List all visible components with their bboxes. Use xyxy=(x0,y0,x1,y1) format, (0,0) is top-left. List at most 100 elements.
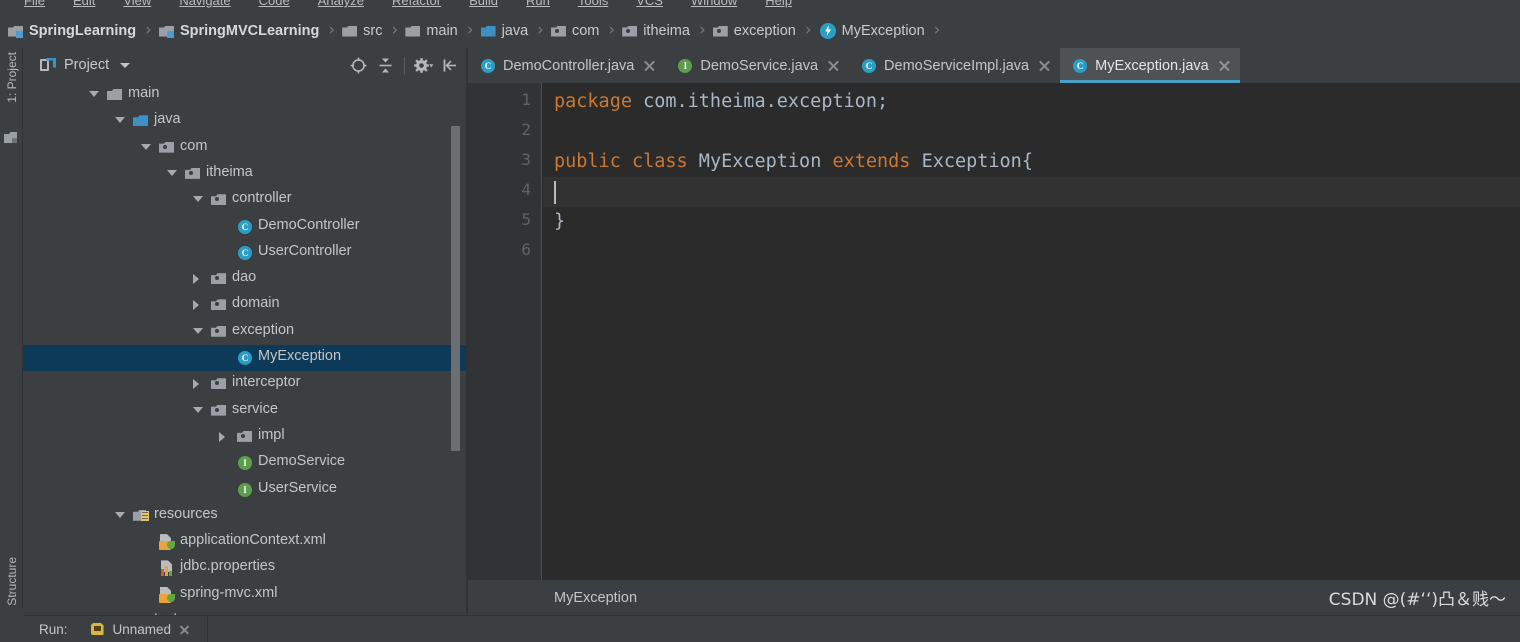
close-icon[interactable] xyxy=(643,59,656,72)
breadcrumb-item-java[interactable]: java xyxy=(480,13,528,48)
settings-gear-icon[interactable] xyxy=(410,51,437,79)
spring-boot-run-icon xyxy=(90,621,106,637)
chevron-down-icon[interactable] xyxy=(89,91,99,97)
menu-item-view[interactable]: View xyxy=(123,0,151,8)
package-icon xyxy=(211,324,227,338)
tool-window-button-project[interactable]: 1: Project xyxy=(0,52,23,162)
chevron-right-icon[interactable] xyxy=(219,431,225,442)
chevron-down-icon[interactable] xyxy=(141,143,151,150)
chevron-down-icon[interactable] xyxy=(167,169,177,176)
collapse-all-icon[interactable] xyxy=(372,51,399,79)
chevron-down-icon[interactable] xyxy=(193,327,203,334)
chevron-down-icon[interactable] xyxy=(193,406,203,413)
breadcrumb-item-com[interactable]: com xyxy=(550,13,599,48)
project-scrollbar-track[interactable] xyxy=(451,82,464,615)
interface-icon: I xyxy=(237,482,253,498)
close-icon[interactable] xyxy=(827,59,840,72)
code-editor[interactable]: 1 2 3 4 5 6 package com.itheima.exception; pub… xyxy=(468,83,1520,580)
editor-gutter: 1 2 3 4 5 6 xyxy=(468,83,542,580)
chevron-down-icon[interactable] xyxy=(115,117,125,124)
tree-node-label: com xyxy=(180,137,208,154)
project-tree[interactable]: main java com itheima controller C DemoControl… xyxy=(23,82,468,615)
breadcrumb-item-src[interactable]: src xyxy=(342,13,383,48)
close-icon[interactable] xyxy=(179,624,190,635)
chevron-right-icon[interactable] xyxy=(193,274,199,285)
run-configuration-name[interactable]: Unnamed xyxy=(113,622,172,637)
project-scrollbar-thumb[interactable] xyxy=(451,126,460,451)
close-icon[interactable] xyxy=(1038,59,1051,72)
editor-tab-label: DemoService.java xyxy=(700,57,819,74)
menu-item-analyze[interactable]: Analyze xyxy=(318,0,364,8)
menu-item-vcs[interactable]: VCS xyxy=(636,0,663,8)
tree-node-controller[interactable]: controller xyxy=(23,187,468,213)
line-number: 6 xyxy=(521,240,531,259)
menu-item-window[interactable]: Window xyxy=(691,0,737,8)
package-icon xyxy=(211,271,227,285)
code-line: public class MyException extends Excepti… xyxy=(554,147,1033,177)
tree-node-spring-mvc-xml[interactable]: spring-mvc.xml xyxy=(23,582,468,608)
editor-tab-demoserviceimpl[interactable]: C DemoServiceImpl.java xyxy=(849,48,1060,83)
source-folder-icon xyxy=(480,24,497,38)
tree-node-java[interactable]: java xyxy=(23,108,468,134)
menu-item-code[interactable]: Code xyxy=(259,0,290,8)
package-icon xyxy=(159,140,175,154)
tree-node-itheima[interactable]: itheima xyxy=(23,161,468,187)
caret-line-highlight xyxy=(543,177,1520,207)
menu-item-refactor[interactable]: Refactor xyxy=(392,0,441,8)
menu-item-edit[interactable]: Edit xyxy=(73,0,95,8)
tree-node-main[interactable]: main xyxy=(23,82,468,108)
menu-item-run[interactable]: Run xyxy=(526,0,550,8)
tree-node-democontroller[interactable]: C DemoController xyxy=(23,214,468,240)
menu-item-build[interactable]: Build xyxy=(469,0,498,8)
chevron-right-icon[interactable] xyxy=(193,379,199,390)
menu-item-navigate[interactable]: Navigate xyxy=(179,0,230,8)
tree-node-impl[interactable]: impl xyxy=(23,424,468,450)
editor-tab-demoservice[interactable]: I DemoService.java xyxy=(665,48,849,83)
chevron-right-icon[interactable] xyxy=(193,300,199,311)
tree-node-dao[interactable]: dao xyxy=(23,266,468,292)
tree-node-domain[interactable]: domain xyxy=(23,292,468,318)
code-line: package com.itheima.exception; xyxy=(554,87,888,117)
breadcrumb-separator: › xyxy=(933,19,941,40)
tree-node-test[interactable]: test xyxy=(23,608,468,615)
tree-node-service[interactable]: service xyxy=(23,398,468,424)
close-icon[interactable] xyxy=(1218,59,1231,72)
menu-item-help[interactable]: Help xyxy=(765,0,792,8)
tree-node-resources[interactable]: resources xyxy=(23,503,468,529)
resources-folder-icon xyxy=(133,508,149,522)
tree-node-userservice[interactable]: I UserService xyxy=(23,477,468,503)
breadcrumb-item-springmvclearning[interactable]: SpringMVCLearning xyxy=(158,13,319,48)
tree-node-interceptor[interactable]: interceptor xyxy=(23,371,468,397)
tree-node-usercontroller[interactable]: C UserController xyxy=(23,240,468,266)
tool-window-label-structure: Structure xyxy=(5,557,19,606)
editor-tab-label: DemoServiceImpl.java xyxy=(884,57,1030,74)
tree-node-exception[interactable]: exception xyxy=(23,319,468,345)
tree-node-applicationcontext-xml[interactable]: applicationContext.xml xyxy=(23,529,468,555)
tree-node-com[interactable]: com xyxy=(23,135,468,161)
menu-bar: File Edit View Navigate Code Analyze Refactor B… xyxy=(0,0,1520,13)
breadcrumb-label: SpringLearning xyxy=(29,22,137,39)
tree-node-demoservice[interactable]: I DemoService xyxy=(23,450,468,476)
breadcrumb-item-myexception[interactable]: MyException xyxy=(819,13,925,48)
source-folder-icon xyxy=(133,113,149,127)
scroll-from-source-icon[interactable] xyxy=(345,51,372,79)
tree-node-label: main xyxy=(128,85,160,101)
code-keyword: package xyxy=(554,91,632,112)
tree-node-myexception[interactable]: C MyException xyxy=(23,345,468,372)
tool-window-button-structure[interactable]: Structure xyxy=(0,536,23,608)
chevron-down-icon[interactable] xyxy=(120,62,131,68)
tree-node-jdbc-properties[interactable]: jdbc.properties xyxy=(23,555,468,581)
editor-tab-democontroller[interactable]: C DemoController.java xyxy=(468,48,665,83)
breadcrumb-item-main[interactable]: main xyxy=(405,13,458,48)
editor-tab-myexception[interactable]: C MyException.java xyxy=(1060,48,1240,83)
menu-item-tools[interactable]: Tools xyxy=(578,0,608,8)
chevron-down-icon[interactable] xyxy=(115,511,125,518)
hide-panel-icon[interactable] xyxy=(437,51,464,79)
chevron-down-icon[interactable] xyxy=(193,196,203,203)
tree-node-label: UserService xyxy=(258,479,337,496)
breadcrumb-item-itheima[interactable]: itheima xyxy=(622,13,690,48)
breadcrumb-item-springlearning[interactable]: SpringLearning xyxy=(8,13,136,48)
menu-item-file[interactable]: File xyxy=(24,0,45,8)
package-icon xyxy=(550,24,567,38)
breadcrumb-item-exception[interactable]: exception xyxy=(712,13,796,48)
